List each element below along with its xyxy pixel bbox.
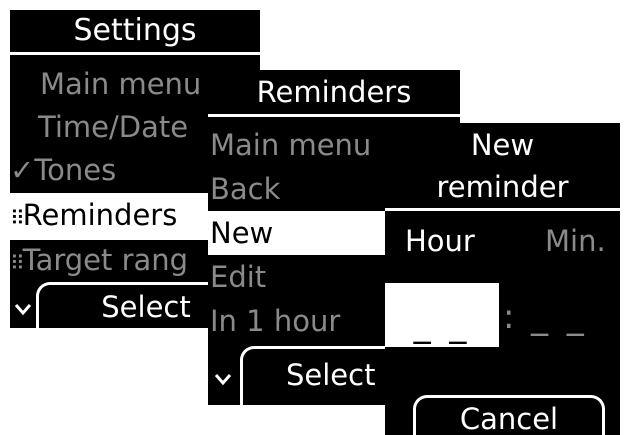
settings-item-tones[interactable]: ✓Tones	[10, 148, 116, 192]
settings-item-target-range[interactable]: ⠿Target rang	[10, 238, 188, 285]
select-button[interactable]: Select	[286, 353, 375, 397]
settings-item-time-date[interactable]: Time/Date	[38, 105, 188, 149]
check-icon: ✓	[10, 153, 35, 187]
minute-label: Min.	[545, 224, 606, 258]
settings-title: Settings	[73, 13, 197, 48]
hour-label: Hour	[405, 224, 475, 258]
chevron-down-icon[interactable]	[14, 302, 32, 316]
settings-item-main-menu[interactable]: Main menu	[40, 62, 201, 106]
grid-icon: ⠿	[10, 206, 25, 230]
reminders-item-main-menu[interactable]: Main menu	[210, 123, 371, 167]
reminders-item-new[interactable]: New	[208, 211, 386, 255]
new-reminder-screen: New reminder Hour Min. _ _ : _ _ Cancel	[385, 123, 620, 435]
hour-field[interactable]: _ _	[385, 283, 499, 347]
reminders-item-edit[interactable]: Edit	[210, 255, 266, 299]
minute-field[interactable]: _ _	[531, 295, 588, 339]
new-reminder-title-line1: New	[470, 128, 535, 162]
cancel-button[interactable]: Cancel	[413, 397, 605, 435]
title-divider	[385, 208, 620, 211]
title-divider	[10, 52, 260, 55]
reminders-item-in-1-hour[interactable]: In 1 hour	[210, 299, 340, 343]
new-reminder-title-line2: reminder	[436, 170, 569, 204]
grid-icon: ⠿	[10, 251, 25, 275]
reminders-item-back[interactable]: Back	[210, 167, 280, 211]
chevron-down-icon[interactable]	[214, 372, 232, 386]
reminders-title: Reminders	[256, 75, 412, 109]
time-separator: :	[503, 297, 515, 337]
title-divider	[208, 114, 460, 117]
